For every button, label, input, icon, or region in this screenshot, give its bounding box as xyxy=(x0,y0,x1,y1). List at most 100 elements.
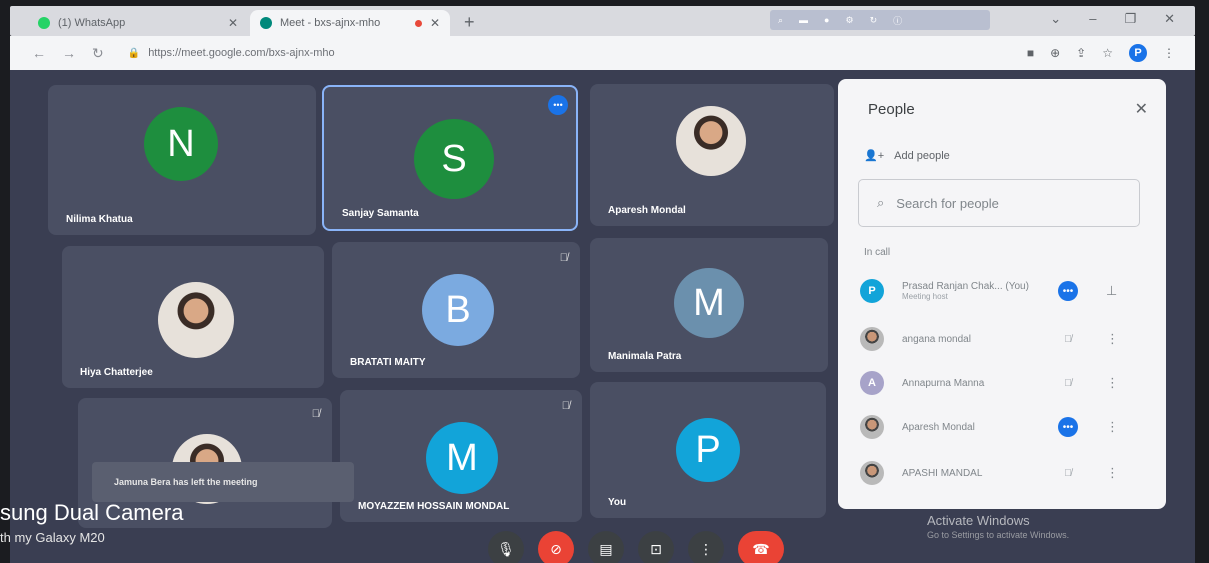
camera-off-button[interactable]: ⊘ xyxy=(538,531,574,563)
profile-avatar[interactable]: P xyxy=(1129,44,1147,62)
back-icon[interactable]: ← xyxy=(32,45,46,62)
camera-watermark-sub: th my Galaxy M20 xyxy=(0,530,105,545)
keyboard-icon[interactable]: ▬ xyxy=(799,15,808,25)
participant-tile[interactable]: Aparesh Mondal xyxy=(590,84,834,226)
add-person-icon: 👤+ xyxy=(864,150,885,162)
new-tab-button[interactable]: + xyxy=(464,12,475,33)
participant-name: Aparesh Mondal xyxy=(902,421,975,433)
url-text: https://meet.google.com/bxs-ajnx-mho xyxy=(148,47,335,59)
close-icon[interactable]: ✕ xyxy=(430,16,440,30)
tab-meet[interactable]: Meet - bxs-ajnx-mho ✕ xyxy=(250,10,450,36)
mic-off-icon: 🎙̸ xyxy=(559,252,568,264)
participant-tile[interactable]: M Manimala Patra xyxy=(590,238,828,372)
more-options-icon[interactable]: ⋮ xyxy=(1106,419,1119,435)
more-options-icon[interactable]: ⋮ xyxy=(1106,331,1119,347)
url-field[interactable]: 🔒 https://meet.google.com/bxs-ajnx-mho xyxy=(128,47,335,59)
share-icon[interactable]: ⇪ xyxy=(1076,46,1086,60)
self-tile[interactable]: P You xyxy=(590,382,826,518)
avatar xyxy=(860,327,884,351)
camera-watermark: sung Dual Camera xyxy=(0,500,184,525)
panel-title: People xyxy=(868,101,915,118)
avatar xyxy=(860,415,884,439)
speaking-indicator-icon: ••• xyxy=(1058,281,1078,301)
participant-tile[interactable]: S ••• Sanjay Samanta xyxy=(322,85,578,231)
chevron-down-icon[interactable]: ⌄ xyxy=(1050,11,1061,27)
tab-title: Meet - bxs-ajnx-mho xyxy=(280,17,381,29)
search-placeholder: Search for people xyxy=(896,195,999,211)
maximize-button[interactable]: ❐ xyxy=(1124,11,1136,27)
participant-name: MOYAZZEM HOSSAIN MONDAL xyxy=(358,501,510,512)
end-call-button[interactable]: ☎ xyxy=(738,531,784,563)
avatar: P xyxy=(676,418,740,482)
mic-button[interactable]: 🎙 xyxy=(488,531,524,563)
mic-off-icon: 🎙̸ xyxy=(561,400,570,412)
participant-tile[interactable]: N Nilima Khatua xyxy=(48,85,316,235)
participant-tile[interactable]: Hiya Chatterjee xyxy=(62,246,324,388)
settings-icon[interactable]: ⚙ xyxy=(845,15,853,26)
participant-photo xyxy=(158,282,234,358)
participant-name: Sanjay Samanta xyxy=(342,208,419,219)
participant-name: Aparesh Mondal xyxy=(608,205,686,216)
participant-tile[interactable]: M 🎙̸ MOYAZZEM HOSSAIN MONDAL xyxy=(340,390,582,522)
close-icon[interactable]: ✕ xyxy=(1135,99,1148,119)
zoom-icon[interactable]: ⊕ xyxy=(1050,46,1060,60)
people-panel: People ✕ 👤+ Add people ⌕ Search for peop… xyxy=(838,79,1166,509)
search-people-input[interactable]: ⌕ Search for people xyxy=(858,179,1140,227)
mic-off-icon: 🎙̸ xyxy=(1064,467,1072,479)
minimize-button[interactable]: – xyxy=(1089,11,1096,27)
avatar: M xyxy=(674,268,744,338)
participant-name: Annapurna Manna xyxy=(902,377,985,389)
participant-name: BRATATI MAITY xyxy=(350,357,426,368)
participant-row[interactable]: angana mondal 🎙̸ ⋮ xyxy=(860,319,1150,359)
menu-icon[interactable]: ⋮ xyxy=(1163,46,1175,60)
search-icon: ⌕ xyxy=(877,195,885,210)
captions-button[interactable]: ▤ xyxy=(588,531,624,563)
participant-tile[interactable]: B 🎙̸ BRATATI MAITY xyxy=(332,242,580,378)
refresh-icon[interactable]: ↻ xyxy=(870,15,878,26)
window-controls: ⌄ – ❐ ✕ xyxy=(1050,11,1175,27)
forward-icon[interactable]: → xyxy=(62,45,76,62)
add-people-label: Add people xyxy=(894,149,950,162)
star-icon[interactable]: ☆ xyxy=(1102,46,1113,60)
more-options-icon[interactable]: ⋮ xyxy=(1106,465,1119,481)
pin-icon[interactable]: ⊥ xyxy=(1106,283,1117,299)
more-options-icon[interactable]: ⋮ xyxy=(1106,375,1119,391)
participant-row[interactable]: A Annapurna Manna 🎙̸ ⋮ xyxy=(860,363,1150,403)
tab-search-bar: ⌕ ▬ ● ⚙ ↻ ⓘ xyxy=(770,10,990,30)
participant-row[interactable]: P Prasad Ranjan Chak... (You) Meeting ho… xyxy=(860,271,1150,311)
tab-title: (1) WhatsApp xyxy=(58,17,126,29)
lock-icon: 🔒 xyxy=(127,47,141,59)
avatar: P xyxy=(860,279,884,303)
participant-name: angana mondal xyxy=(902,333,971,345)
avatar: S xyxy=(414,119,494,199)
participant-name: Manimala Patra xyxy=(608,351,682,362)
avatar xyxy=(860,461,884,485)
mic-off-icon: 🎙̸ xyxy=(311,408,320,420)
meeting-notification: Jamuna Bera has left the meeting xyxy=(92,462,354,502)
recording-indicator-icon xyxy=(414,19,422,27)
more-options-button[interactable]: ⋮ xyxy=(688,531,724,563)
present-button[interactable]: ⊡ xyxy=(638,531,674,563)
search-icon[interactable]: ⌕ xyxy=(778,15,783,26)
reload-icon[interactable]: ↻ xyxy=(92,45,104,62)
windows-activation-subtext: Go to Settings to activate Windows. xyxy=(927,530,1070,540)
participant-name: Prasad Ranjan Chak... (You) xyxy=(902,281,1029,292)
avatar: M xyxy=(426,422,498,494)
camera-icon[interactable]: ■ xyxy=(1027,46,1034,60)
meet-area: N Nilima Khatua S ••• Sanjay Samanta Apa… xyxy=(10,70,1195,563)
add-people-button[interactable]: 👤+ Add people xyxy=(864,149,950,163)
mic-icon[interactable]: ● xyxy=(824,15,829,25)
info-icon[interactable]: ⓘ xyxy=(893,14,902,27)
participant-name: Nilima Khatua xyxy=(66,214,133,225)
participant-row[interactable]: APASHI MANDAL 🎙̸ ⋮ xyxy=(860,453,1150,493)
meet-icon xyxy=(260,17,272,29)
window-close-button[interactable]: ✕ xyxy=(1164,11,1175,27)
browser-tab-bar: (1) WhatsApp ✕ Meet - bxs-ajnx-mho ✕ + ⌕… xyxy=(10,6,1195,36)
participant-row[interactable]: Aparesh Mondal ••• ⋮ xyxy=(860,407,1150,447)
whatsapp-icon xyxy=(38,17,50,29)
speaking-indicator-icon: ••• xyxy=(548,95,568,115)
tab-whatsapp[interactable]: (1) WhatsApp ✕ xyxy=(28,10,248,36)
close-icon[interactable]: ✕ xyxy=(228,16,238,30)
participant-name: You xyxy=(608,497,627,508)
call-controls: 🎙 ⊘ ▤ ⊡ ⋮ ☎ xyxy=(488,531,784,563)
